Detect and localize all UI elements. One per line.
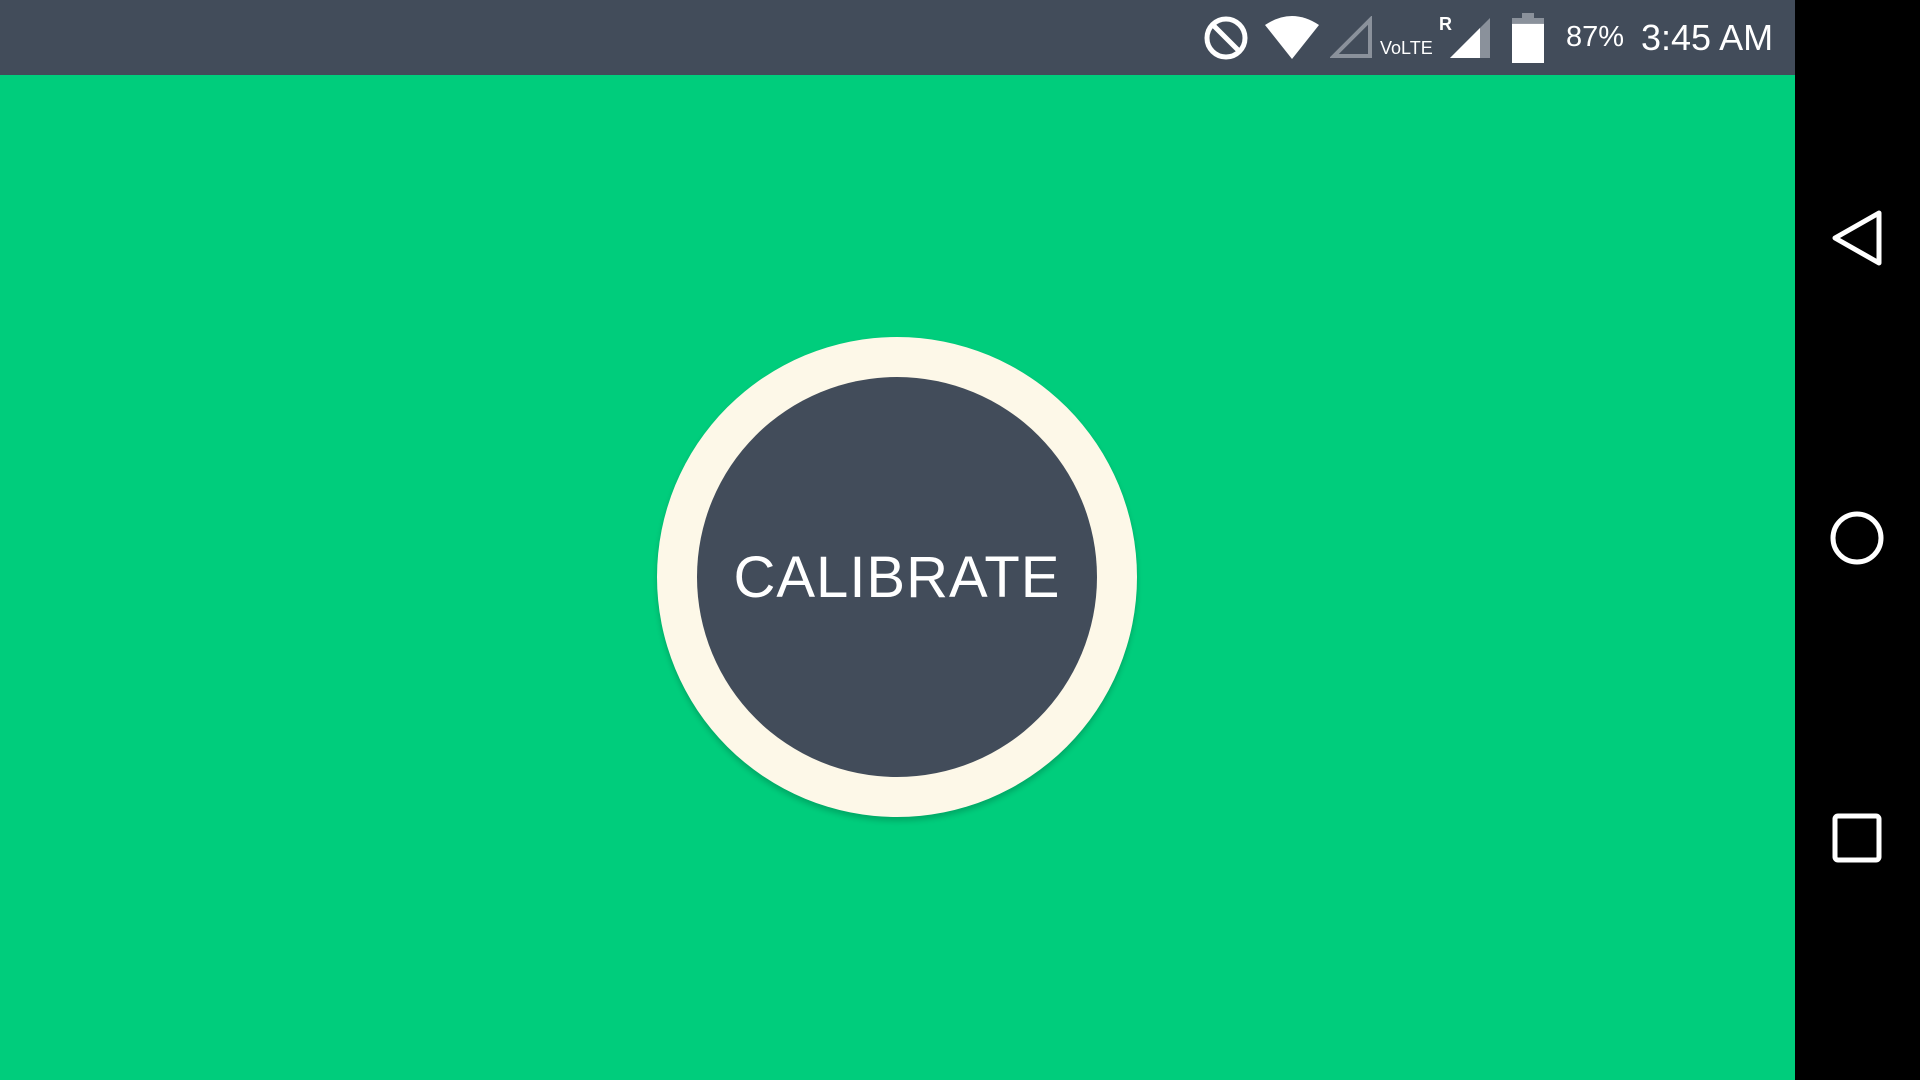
status-bar: VoLTE R 87% 3:45 AM <box>0 0 1795 75</box>
signal-roaming-icon <box>1448 0 1492 75</box>
navigation-bar <box>1795 0 1920 1080</box>
recents-button[interactable] <box>1817 800 1897 880</box>
calibrate-label: CALIBRATE <box>733 544 1061 610</box>
battery-percent: 87% <box>1566 21 1625 53</box>
battery-icon <box>1512 0 1544 75</box>
back-icon <box>1829 208 1885 273</box>
do-not-disturb-icon <box>1203 0 1249 75</box>
back-button[interactable] <box>1817 200 1897 280</box>
calibrate-button[interactable]: CALIBRATE <box>657 337 1137 817</box>
home-button[interactable] <box>1817 500 1897 580</box>
calibrate-button-face[interactable]: CALIBRATE <box>697 377 1097 777</box>
signal-empty-icon <box>1330 0 1374 75</box>
wifi-icon <box>1263 0 1321 75</box>
recents-icon <box>1831 812 1883 869</box>
app-screen: VoLTE R 87% 3:45 AM CALIBRATE <box>0 0 1795 1080</box>
home-icon <box>1829 510 1885 571</box>
clock: 3:45 AM <box>1641 16 1774 58</box>
main-content: CALIBRATE <box>0 75 1795 1080</box>
volte-label: VoLTE <box>1380 38 1433 58</box>
